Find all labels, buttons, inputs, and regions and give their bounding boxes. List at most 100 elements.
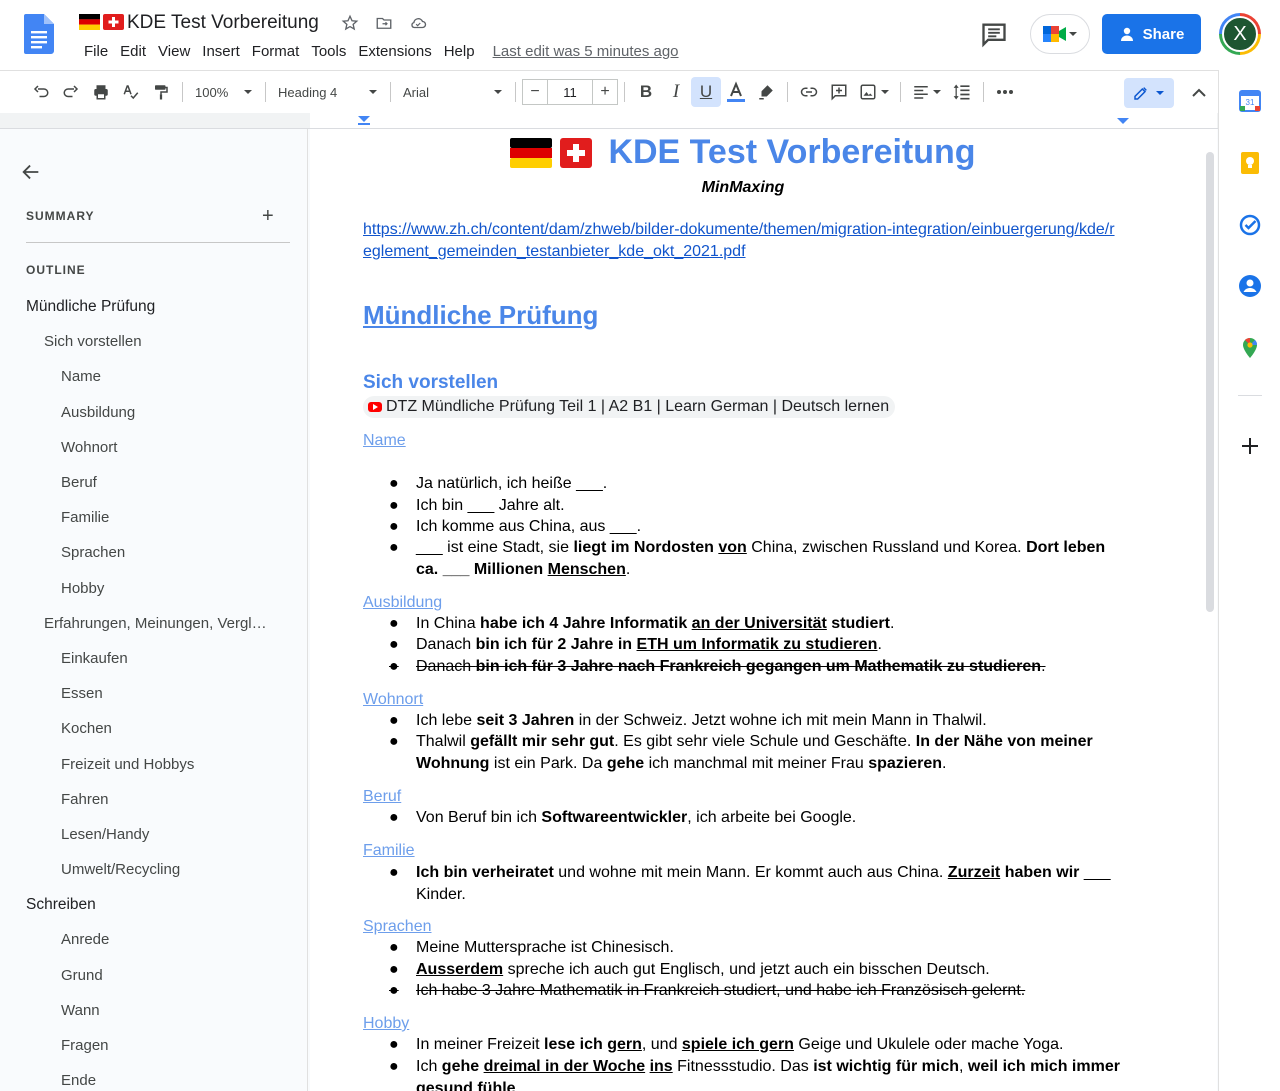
outline-item[interactable]: Lesen/Handy xyxy=(61,826,291,843)
outline-item[interactable]: Essen xyxy=(61,685,291,702)
menu-help[interactable]: Help xyxy=(438,40,481,63)
last-edit-link[interactable]: Last edit was 5 minutes ago xyxy=(493,43,679,60)
outline-item[interactable]: Ende xyxy=(61,1072,291,1089)
toolbar-divider xyxy=(983,82,984,102)
underline-icon[interactable]: U xyxy=(691,77,721,107)
insert-image-icon[interactable] xyxy=(854,77,894,107)
chevron-down-icon xyxy=(494,90,502,94)
menu-insert[interactable]: Insert xyxy=(196,40,246,63)
outline-item[interactable]: Freizeit und Hobbys xyxy=(61,756,291,773)
redo-icon[interactable] xyxy=(56,77,86,107)
outline-item[interactable]: Erfahrungen, Meinungen, Vergl… xyxy=(44,615,284,632)
outline-item[interactable]: Sich vorstellen xyxy=(44,333,284,350)
bold-icon[interactable]: B xyxy=(631,77,661,107)
line-spacing-icon[interactable] xyxy=(947,77,977,107)
highlight-color-icon[interactable] xyxy=(751,77,781,107)
font-select[interactable]: Arial xyxy=(397,77,509,107)
cloud-status-icon[interactable] xyxy=(407,12,429,34)
move-folder-icon[interactable] xyxy=(373,12,395,34)
heading-muendliche-pruefung: Mündliche Prüfung xyxy=(363,300,599,330)
maps-icon[interactable] xyxy=(1238,336,1262,360)
germany-flag-icon xyxy=(510,137,553,168)
menu-extensions[interactable]: Extensions xyxy=(352,40,437,63)
indent-marker-icon[interactable] xyxy=(357,115,371,127)
title-icons xyxy=(339,12,429,34)
reglement-link[interactable]: https://www.zh.ch/content/dam/zhweb/bild… xyxy=(363,219,1123,263)
print-icon[interactable] xyxy=(86,77,116,107)
style-select[interactable]: Heading 4 xyxy=(272,77,384,107)
outline-item[interactable]: Beruf xyxy=(61,474,291,491)
italic-icon[interactable]: I xyxy=(661,77,691,107)
add-addon-icon[interactable] xyxy=(1238,434,1262,458)
star-icon[interactable] xyxy=(339,12,361,34)
calendar-icon[interactable]: 31 xyxy=(1238,89,1262,113)
menu-format[interactable]: Format xyxy=(246,40,306,63)
undo-icon[interactable] xyxy=(26,77,56,107)
outline-item[interactable]: Hobby xyxy=(61,580,291,597)
more-options-icon[interactable] xyxy=(990,77,1020,107)
text-color-icon[interactable] xyxy=(721,77,751,107)
insert-link-icon[interactable] xyxy=(794,77,824,107)
menu-bar: File Edit View Insert Format Tools Exten… xyxy=(78,40,679,63)
side-panel-divider xyxy=(1238,395,1262,396)
font-value: Arial xyxy=(403,84,430,100)
contacts-icon[interactable] xyxy=(1238,274,1262,298)
outline-item[interactable]: Familie xyxy=(61,509,291,526)
outline-item[interactable]: Kochen xyxy=(61,720,291,737)
document-subtitle: MinMaxing xyxy=(701,179,785,196)
outline-item[interactable]: Einkaufen xyxy=(61,650,291,667)
font-size-input[interactable]: 11 xyxy=(548,79,592,105)
increase-font-size-button[interactable]: + xyxy=(592,79,618,105)
menu-view[interactable]: View xyxy=(152,40,196,63)
heading-familie: Familie xyxy=(363,842,415,859)
zoom-select[interactable]: 100% xyxy=(189,77,259,107)
outline-item[interactable]: Name xyxy=(61,368,291,385)
right-margin-marker-icon[interactable] xyxy=(1116,117,1130,127)
outline-item[interactable]: Wann xyxy=(61,1002,291,1019)
chevron-down-icon xyxy=(1156,91,1164,95)
outline-item[interactable]: Fahren xyxy=(61,791,291,808)
menu-file[interactable]: File xyxy=(78,40,114,63)
share-button[interactable]: Share xyxy=(1102,14,1201,54)
outline-item[interactable]: Ausbildung xyxy=(61,404,291,421)
summary-label: SUMMARY xyxy=(26,209,95,223)
document-title[interactable]: KDE Test Vorbereitung xyxy=(127,12,319,34)
align-icon[interactable] xyxy=(907,77,947,107)
keep-icon[interactable] xyxy=(1238,151,1262,175)
header: KDE Test Vorbereitung File Edit View Ins… xyxy=(0,0,1280,70)
paint-format-icon[interactable] xyxy=(146,77,176,107)
add-comment-icon[interactable] xyxy=(824,77,854,107)
chevron-down-icon xyxy=(369,90,377,94)
menu-edit[interactable]: Edit xyxy=(114,40,152,63)
menu-tools[interactable]: Tools xyxy=(305,40,352,63)
spellcheck-icon[interactable] xyxy=(116,77,146,107)
outline-item[interactable]: Wohnort xyxy=(61,439,291,456)
docs-logo-icon[interactable] xyxy=(24,14,54,54)
heading-ausbildung: Ausbildung xyxy=(363,594,443,611)
outline-item[interactable]: Schreiben xyxy=(26,896,296,914)
germany-flag-icon xyxy=(79,14,100,30)
document-page[interactable]: KDE Test Vorbereitung MinMaxing https://… xyxy=(310,129,1217,1091)
close-outline-arrow-icon[interactable] xyxy=(20,161,42,183)
youtube-video-chip[interactable]: DTZ Mündliche Prüfung Teil 1 | A2 B1 | L… xyxy=(363,396,896,418)
outline-item[interactable]: Mündliche Prüfung xyxy=(26,298,296,316)
add-summary-icon[interactable]: + xyxy=(262,205,274,228)
comment-history-icon[interactable] xyxy=(980,20,1008,48)
document-scrollbar[interactable] xyxy=(1206,152,1214,612)
collapse-menus-icon[interactable] xyxy=(1186,78,1212,108)
tasks-icon[interactable] xyxy=(1238,213,1262,237)
switzerland-flag-icon xyxy=(560,137,593,168)
ruler[interactable] xyxy=(0,113,1218,129)
person-icon xyxy=(1120,27,1133,41)
outline-item[interactable]: Fragen xyxy=(61,1037,291,1054)
avatar[interactable]: X xyxy=(1219,13,1261,55)
editing-mode-button[interactable] xyxy=(1124,78,1174,108)
style-value: Heading 4 xyxy=(278,84,338,100)
meet-button[interactable] xyxy=(1030,14,1090,54)
outline-item[interactable]: Grund xyxy=(61,967,291,984)
heading-name: Name xyxy=(363,432,406,449)
outline-item[interactable]: Sprachen xyxy=(61,544,291,561)
outline-item[interactable]: Anrede xyxy=(61,931,291,948)
outline-item[interactable]: Umwelt/Recycling xyxy=(61,861,291,878)
decrease-font-size-button[interactable]: − xyxy=(522,79,548,105)
